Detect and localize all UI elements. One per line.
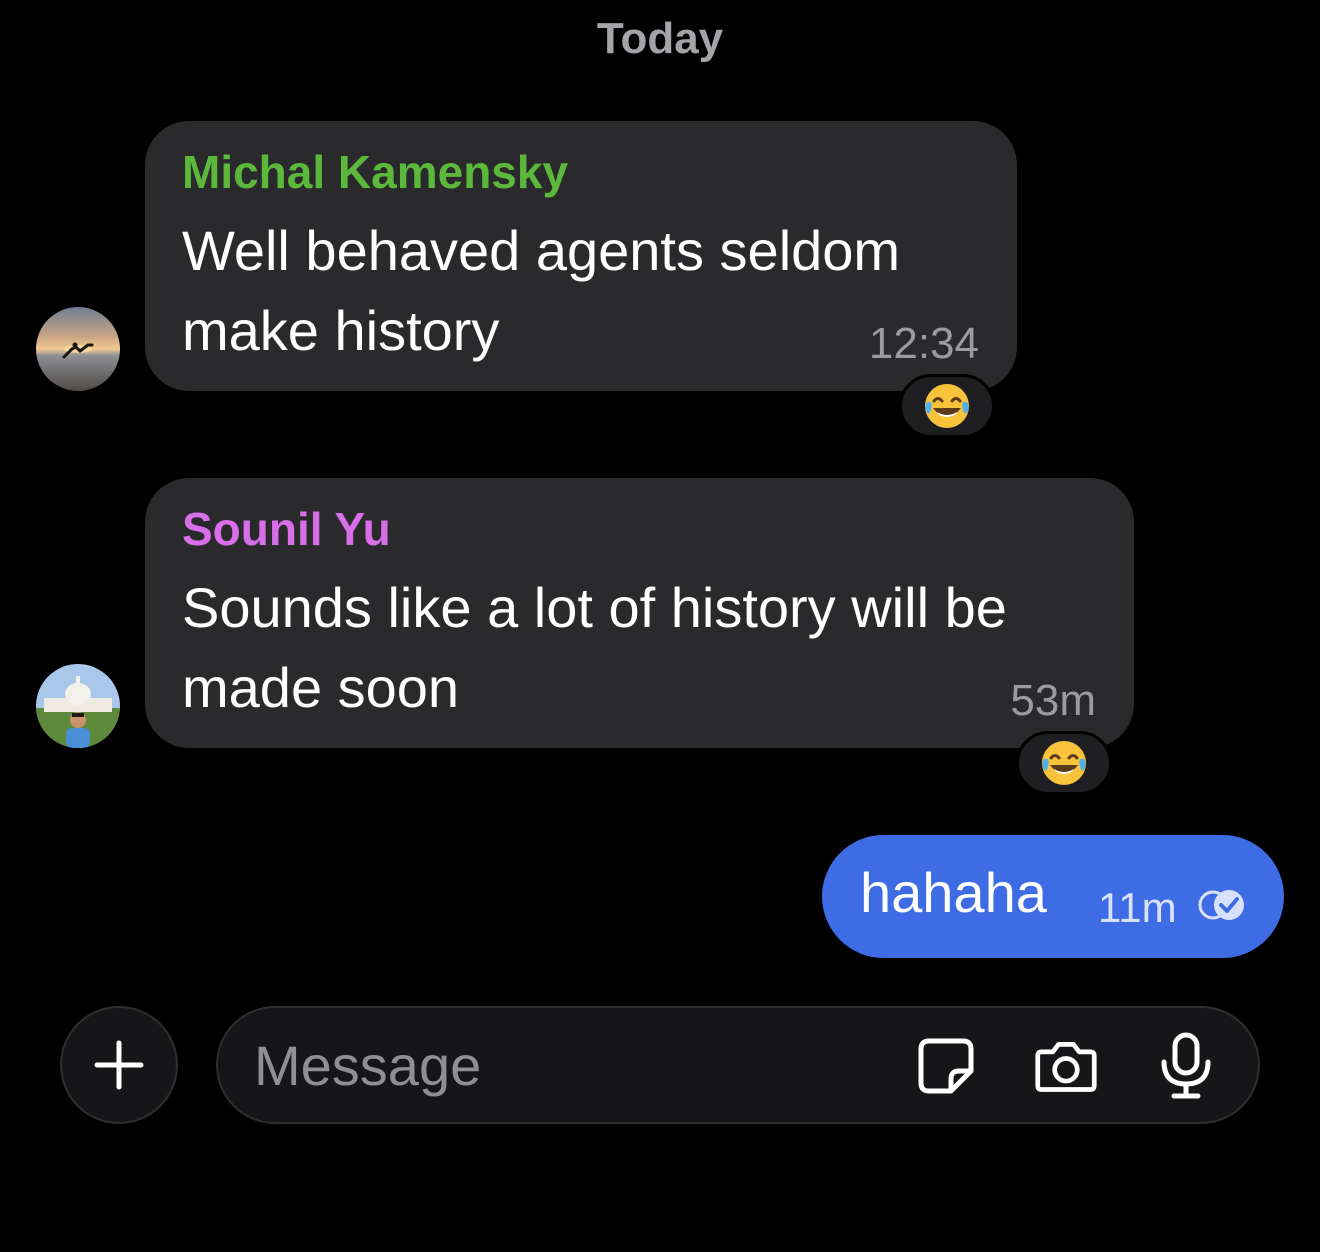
message-bubble[interactable]: Michal Kamensky Well behaved agents seld… [145,121,1017,391]
reaction-badge[interactable] [1016,731,1112,795]
message-time: 53m [1010,676,1096,725]
outgoing-message-bubble[interactable]: hahaha 11m [822,835,1284,958]
message-input[interactable] [254,1030,894,1100]
message-time: 12:34 [868,319,979,368]
message-composer[interactable] [216,1006,1260,1124]
message-text: Sounds like a lot of history will be mad… [182,576,1007,719]
face-with-tears-of-joy-emoji [925,384,969,428]
microphone-icon [1161,1032,1211,1099]
face-with-tears-of-joy-emoji [1042,741,1086,785]
add-attachment-button[interactable] [60,1006,178,1124]
reaction-badge[interactable] [899,374,995,438]
avatar-michal-kamensky[interactable] [36,307,120,391]
voice-message-button[interactable] [1154,1032,1218,1099]
date-divider: Today [596,14,724,63]
sender-name[interactable]: Sounil Yu [182,502,391,556]
camera-button[interactable] [1034,1034,1098,1098]
plus-icon [94,1040,144,1090]
sticker-icon [918,1038,974,1094]
sender-name[interactable]: Michal Kamensky [182,145,568,199]
camera-icon [1035,1042,1097,1092]
sticker-button[interactable] [914,1034,978,1098]
message-time: 11m [1098,884,1177,931]
message-bubble[interactable]: Sounil Yu Sounds like a lot of history w… [145,478,1134,748]
message-text: hahaha [860,861,1047,924]
avatar-sounil-yu[interactable] [36,664,120,748]
read-receipt-icon [1198,890,1244,920]
